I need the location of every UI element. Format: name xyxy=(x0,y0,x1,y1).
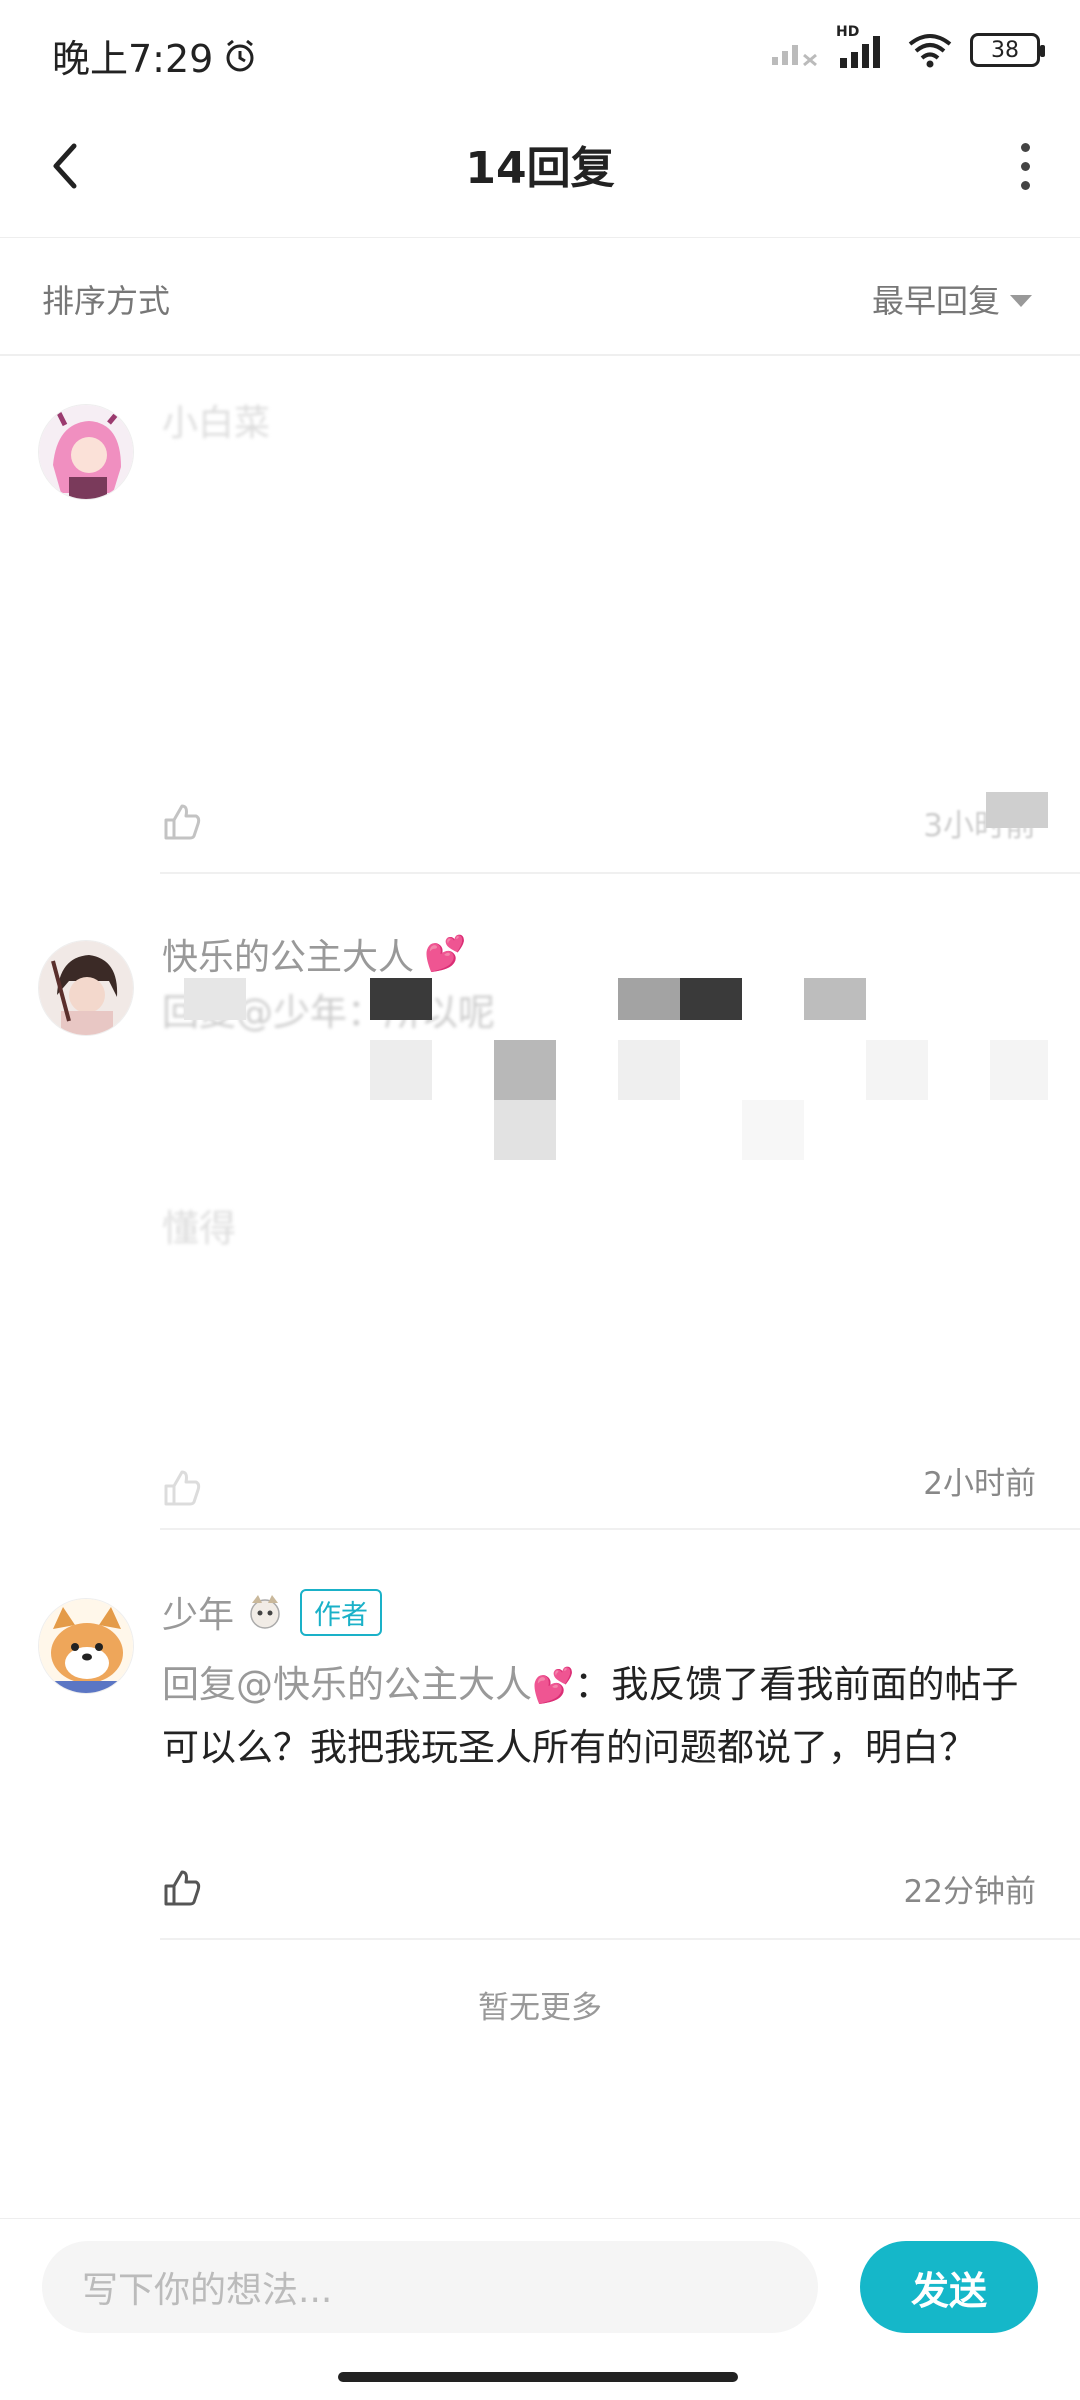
send-button[interactable]: 发送 xyxy=(860,2241,1038,2333)
mosaic-block xyxy=(494,1040,556,1100)
status-bar: 晚上7:29 HD 38 xyxy=(0,0,1080,100)
mosaic-block xyxy=(370,978,432,1020)
mosaic-block xyxy=(986,792,1048,828)
sort-dropdown[interactable]: 最早回复 xyxy=(872,276,1032,322)
reply-author-name[interactable]: 小白菜 xyxy=(162,394,270,446)
reply-author-name[interactable]: 少年 作者 xyxy=(162,1586,383,1638)
reply-author-name[interactable]: 快乐的公主大人 💕 xyxy=(162,928,466,980)
comment-bar: 写下你的想法... 发送 xyxy=(0,2218,1080,2354)
dropdown-arrow-icon xyxy=(1010,295,1032,307)
avatar[interactable] xyxy=(38,1598,134,1694)
comment-input[interactable]: 写下你的想法... xyxy=(42,2241,818,2333)
no-more-label: 暂无更多 xyxy=(478,1990,602,2026)
heart-emoji: 💕 xyxy=(424,934,467,974)
wifi-icon xyxy=(908,34,952,68)
avatar[interactable] xyxy=(38,940,134,1036)
battery-icon: 38 xyxy=(970,33,1045,67)
mosaic-block xyxy=(804,978,866,1020)
reply-item: 小白菜 3小时前 xyxy=(0,356,1080,876)
home-indicator[interactable] xyxy=(338,2372,738,2382)
reply-item: 少年 作者 回复@快乐的公主大人💕：我反馈了看我前面的帖子可以么？我把我玩圣人所… xyxy=(0,1530,1080,1940)
like-icon[interactable] xyxy=(162,1868,202,1908)
reply-time: 2小时前 xyxy=(923,1466,1036,1502)
sort-label: 排序方式 xyxy=(42,282,171,320)
like-icon[interactable] xyxy=(162,1468,202,1508)
mosaic-block xyxy=(370,1040,432,1100)
mosaic-block xyxy=(618,1040,680,1100)
reply-time: 22分钟前 xyxy=(903,1874,1036,1910)
status-icons: HD 38 xyxy=(770,24,1045,70)
avatar[interactable] xyxy=(38,404,134,500)
signal-weak-icon xyxy=(772,45,817,67)
mosaic-block xyxy=(742,1100,804,1160)
heart-emoji: 💕 xyxy=(532,1666,575,1706)
divider xyxy=(160,1938,1080,1940)
mosaic-block xyxy=(184,978,246,1020)
mention-link[interactable]: 回复@快乐的公主大人 xyxy=(162,1663,532,1706)
alarm-icon xyxy=(226,39,254,71)
sort-value: 最早回复 xyxy=(871,282,1000,320)
reply-body-partial-2: 懂得 xyxy=(162,1207,236,1250)
status-time: 晚上7:29 xyxy=(52,28,257,83)
reply-item: 快乐的公主大人 💕 回复@少年：所以呢 懂得 2小时前 xyxy=(0,876,1080,1530)
author-name-text: 快乐的公主大人 xyxy=(162,937,415,978)
header: 14回复 xyxy=(0,100,1080,238)
mosaic-block xyxy=(680,978,742,1020)
author-tag: 作者 xyxy=(300,1588,383,1636)
mosaic-block xyxy=(990,1040,1048,1100)
reply-body: 回复@快乐的公主大人💕：我反馈了看我前面的帖子可以么？我把我玩圣人所有的问题都说… xyxy=(162,1654,1042,1779)
like-icon[interactable] xyxy=(162,802,202,842)
mosaic-block xyxy=(866,1040,928,1100)
divider xyxy=(160,872,1080,874)
signal-hd-icon: HD xyxy=(836,24,890,70)
more-options-icon[interactable] xyxy=(1010,136,1040,196)
mosaic-block xyxy=(494,1100,556,1160)
reply-body-partial: 回复@少年：所以呢 xyxy=(162,991,495,1034)
battery-level: 38 xyxy=(991,37,1019,63)
mosaic-block xyxy=(618,978,680,1020)
sort-bar: 排序方式 最早回复 xyxy=(0,238,1080,356)
author-name-text: 少年 xyxy=(162,1595,235,1636)
clock-text: 晚上7:29 xyxy=(52,37,214,81)
page-title: 14回复 xyxy=(465,143,615,194)
badge-icon xyxy=(250,1595,280,1629)
